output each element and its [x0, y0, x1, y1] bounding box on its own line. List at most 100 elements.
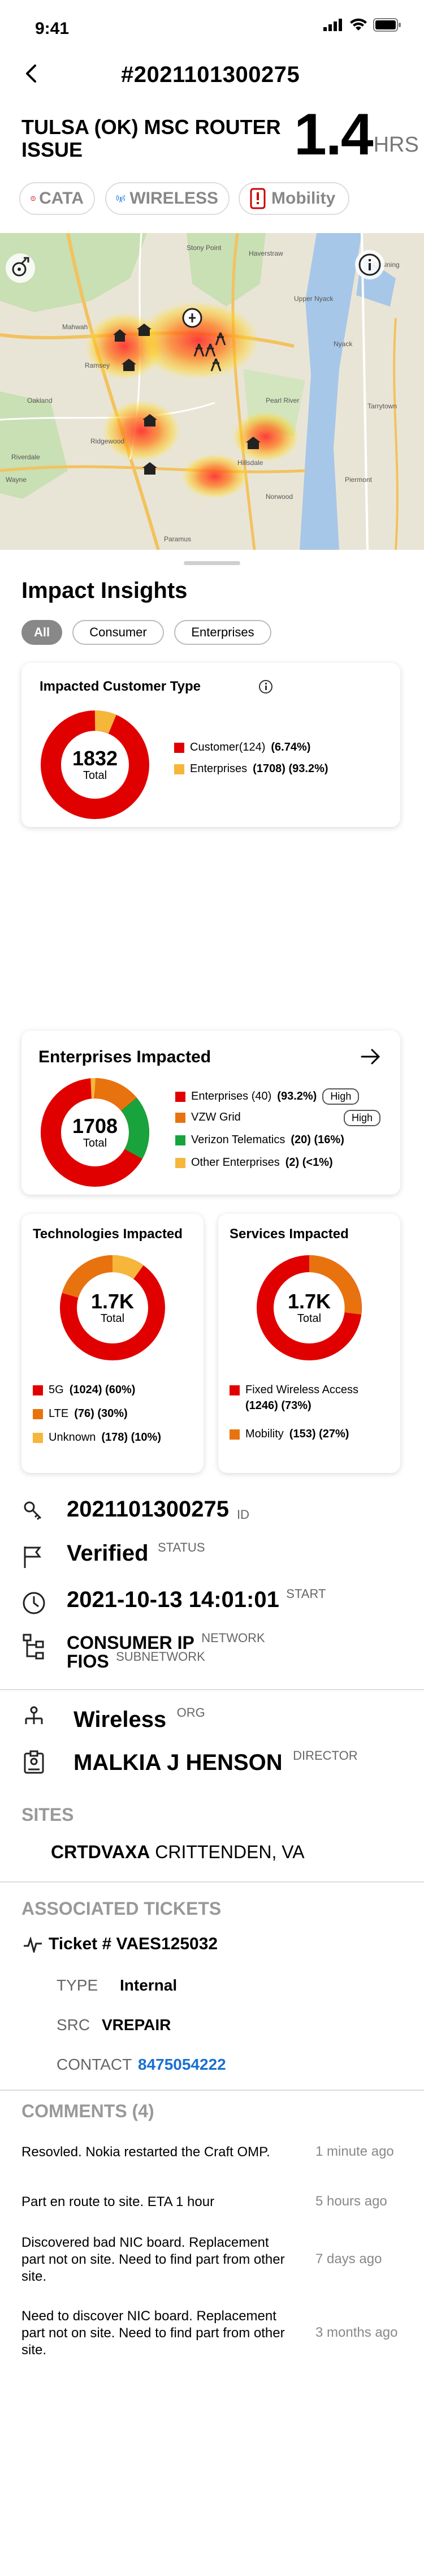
activity-icon	[24, 1937, 42, 1953]
legend-label: Other Enterprises	[191, 1156, 280, 1169]
arrow-right-icon[interactable]	[360, 1045, 382, 1068]
chip-cata[interactable]: CATA	[19, 182, 95, 215]
locate-icon	[12, 257, 29, 277]
chip-mobility[interactable]: Mobility	[239, 182, 349, 215]
legend-item: Customer(124) (6.74%)	[174, 741, 310, 754]
svg-text:Stony Point: Stony Point	[187, 244, 222, 252]
comment-text: Resovled. Nokia restarted the Craft OMP.	[21, 2144, 270, 2160]
legend-label: Enterprises	[190, 763, 248, 775]
ticket-type-label: TYPE	[57, 1976, 98, 1994]
legend-label: Mobility	[245, 1428, 284, 1440]
svg-text:Wayne: Wayne	[6, 476, 27, 484]
svg-text:Upper Nyack: Upper Nyack	[294, 295, 334, 303]
divider	[0, 2090, 424, 2091]
associated-tickets-heading: ASSOCIATED TICKETS	[21, 1898, 222, 1919]
detail-id: 2021101300275 ID	[67, 1497, 249, 1522]
outage-map[interactable]: Mahwah Ramsey Oakland Ridgewood Paramus …	[0, 233, 424, 550]
impact-insights-title: Impact Insights	[21, 578, 188, 603]
priority-badge: High	[322, 1088, 360, 1105]
sheet-handle[interactable]	[184, 561, 240, 565]
technologies-card: Technologies Impacted 1.7K Total 5G (102…	[21, 1214, 204, 1473]
detail-start: 2021-10-13 14:01:01 START	[67, 1587, 326, 1613]
legend-swatch	[175, 1157, 185, 1168]
map-info-button[interactable]	[355, 250, 384, 279]
svg-text:Nyack: Nyack	[334, 340, 353, 348]
detail-value: 2021101300275	[67, 1497, 229, 1522]
duration-value: 1.4	[294, 102, 374, 167]
wifi-icon	[350, 18, 367, 31]
ticket-contact-label: CONTACT	[57, 2056, 132, 2073]
svg-text:Tarrytown: Tarrytown	[367, 402, 397, 410]
divider	[0, 1881, 424, 1883]
donut-total-label: Total	[297, 1312, 322, 1325]
detail-label: DIRECTOR	[293, 1748, 358, 1763]
chip-label: CATA	[39, 189, 84, 208]
back-arrow-icon[interactable]	[21, 62, 42, 85]
legend-swatch	[33, 1385, 43, 1395]
org-icon	[25, 1706, 43, 1724]
legend-item: Other Enterprises (2) (<1%)	[175, 1156, 333, 1169]
detail-status: Verified STATUS	[67, 1540, 205, 1566]
signal-icon	[323, 19, 342, 31]
legend-item: LTE (76) (30%)	[33, 1407, 128, 1420]
svg-text:Norwood: Norwood	[266, 493, 293, 501]
detail-network: CONSUMER IP NETWORK FIOS SUBNETWORK	[67, 1631, 406, 1672]
info-icon	[358, 253, 381, 276]
filter-all[interactable]: All	[21, 620, 62, 645]
legend-swatch	[174, 764, 184, 774]
chip-label: WIRELESS	[129, 189, 218, 208]
network-icon	[23, 1634, 44, 1660]
key-icon	[24, 1501, 42, 1520]
svg-text:Paramus: Paramus	[164, 535, 191, 543]
filter-consumer[interactable]: Consumer	[72, 620, 164, 645]
legend-swatch	[175, 1091, 185, 1102]
legend-swatch	[175, 1112, 185, 1123]
ticket-id-title: #2021101300275	[121, 62, 300, 87]
donut-total: 1.7K	[90, 1290, 135, 1313]
map-canvas: Mahwah Ramsey Oakland Ridgewood Paramus …	[0, 233, 424, 550]
comment-time: 5 hours ago	[315, 2194, 387, 2209]
donut-total: 1832	[72, 747, 118, 770]
legend-item: VZW Grid	[175, 1111, 241, 1124]
legend-swatch	[174, 742, 184, 753]
detail-value: FIOS	[67, 1651, 109, 1672]
legend-item: Unknown (178) (10%)	[33, 1431, 161, 1444]
enterprises-card[interactable]: Enterprises Impacted 1708 Total Enterpri…	[21, 1031, 400, 1195]
legend-value: (6.74%)	[271, 741, 311, 753]
detail-director: MALKIA J HENSON DIRECTOR	[73, 1748, 358, 1776]
comment-text: Need to discover NIC board. Replacement …	[21, 2308, 285, 2358]
ticket-link[interactable]: Ticket # VAES125032	[49, 1935, 218, 1954]
locate-button[interactable]	[6, 253, 35, 283]
detail-label: ORG	[176, 1705, 205, 1720]
comment-time: 7 days ago	[315, 2251, 382, 2267]
svg-text:Pearl River: Pearl River	[266, 397, 299, 404]
svg-text:Mahwah: Mahwah	[62, 323, 88, 331]
detail-value: 2021-10-13 14:01:01	[67, 1587, 279, 1612]
detail-label: NETWORK	[201, 1631, 265, 1645]
svg-text:Ramsey: Ramsey	[85, 361, 110, 369]
site-item[interactable]: CRTDVAXA CRITTENDEN, VA	[51, 1842, 305, 1863]
legend-value: (178) (10%)	[101, 1431, 161, 1444]
info-icon[interactable]	[258, 679, 274, 695]
detail-label: SUBNETWORK	[116, 1649, 205, 1664]
battery-icon	[373, 18, 401, 32]
donut-total-label: Total	[83, 769, 107, 782]
chip-wireless[interactable]: WIRELESS	[105, 182, 230, 215]
legend-value: (1246) (73%)	[245, 1399, 311, 1412]
legend-swatch	[230, 1429, 240, 1440]
detail-value: MALKIA J HENSON	[73, 1750, 283, 1775]
legend-label: VZW Grid	[191, 1111, 241, 1123]
filter-enterprises[interactable]: Enterprises	[174, 620, 271, 645]
legend-value: (20) (16%)	[291, 1134, 344, 1146]
legend-value: (1024) (60%)	[69, 1384, 136, 1396]
sites-heading: SITES	[21, 1804, 74, 1825]
ticket-contact-link[interactable]: 8475054222	[138, 2056, 226, 2074]
detail-label: START	[286, 1587, 326, 1601]
donut-total: 1708	[72, 1114, 118, 1138]
legend-item: Enterprises (1708) (93.2%)	[174, 763, 328, 776]
legend-label: Verizon Telematics	[191, 1134, 285, 1146]
legend-item: 5G (1024) (60%)	[33, 1384, 135, 1397]
donut-total-label: Total	[83, 1137, 107, 1149]
site-location: CRITTENDEN, VA	[155, 1842, 305, 1862]
detail-label: ID	[237, 1507, 249, 1522]
